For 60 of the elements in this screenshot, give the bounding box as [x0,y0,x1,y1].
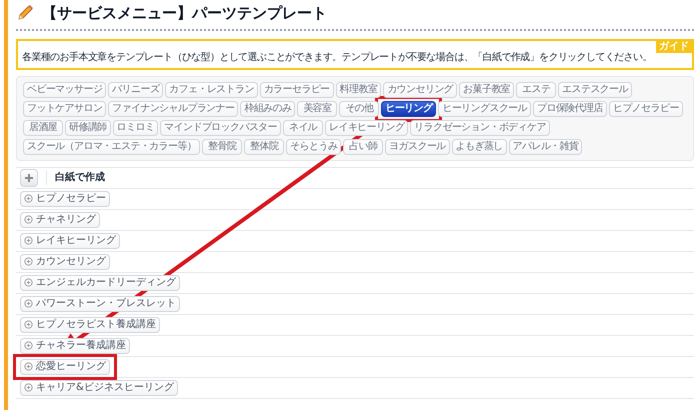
template-button[interactable]: パワーストーン・ブレスレット [20,296,180,312]
category-button[interactable]: 美容室 [297,100,338,116]
category-button[interactable]: 整体院 [244,138,284,154]
category-button[interactable]: そらとうみ [286,138,342,154]
category-button[interactable]: エステ [516,82,556,98]
template-button[interactable]: レイキヒーリング [20,232,120,248]
plus-circle-icon [24,236,33,245]
category-button[interactable]: ヨガスクール [385,138,450,154]
category-button[interactable]: ロミロミ [112,120,158,136]
category-button[interactable]: バリニーズ [108,82,164,98]
page-title: 【サービスメニュー】パーツテンプレート [42,3,327,24]
category-button[interactable]: リラクゼーション・ボディケア [410,120,550,136]
plus-circle-icon [24,278,33,287]
category-button[interactable]: ヒーリングスクール [438,100,532,116]
category-button[interactable]: ベビーマッサージ [23,82,106,98]
category-button[interactable]: 枠組みのみ [240,100,296,116]
category-button[interactable]: プロ保険代理店 [533,100,607,116]
pencil-icon [16,4,34,22]
category-button[interactable]: ヒーリング [381,100,436,116]
category-button[interactable]: レイキヒーリング [325,120,408,136]
guide-text: 各業種のお手本文章をテンプレート（ひな型）として選ぶことができます。テンプレートが不要な場合は、「白紙で作成」をクリックしてください。 [22,52,653,64]
plus-circle-icon [24,299,33,308]
category-button[interactable]: カラーセラピー [260,82,334,98]
plus-circle-icon [24,383,33,392]
plus-icon [24,172,34,182]
category-button[interactable]: その他 [339,100,380,116]
category-button[interactable]: カウンセリング [383,82,458,98]
category-button[interactable]: お菓子教室 [459,82,514,98]
category-button[interactable]: エステスクール [558,82,632,98]
add-button[interactable] [20,168,38,186]
template-button[interactable]: チャネラー養成講座 [20,338,130,354]
template-button[interactable]: 恋愛ヒーリング [20,358,110,374]
plus-circle-icon [24,341,33,350]
category-button[interactable]: ネイル [283,120,324,136]
category-button[interactable]: 居酒屋 [23,120,63,136]
category-button[interactable]: ヒプノセラピー [608,100,683,116]
plus-circle-icon [24,257,33,266]
category-button[interactable]: ファイナンシャルプランナー [108,100,238,116]
category-button[interactable]: スクール（アロマ・エステ・カラー等） [23,138,200,154]
category-button[interactable]: アパレル・雑貨 [508,138,582,154]
guide-badge: ガイド [656,40,692,52]
template-button[interactable]: エンジェルカードリーディング [20,274,180,290]
template-button[interactable]: チャネリング [20,212,100,228]
category-button[interactable]: 整骨院 [202,138,242,154]
category-button[interactable]: 料理教室 [336,82,382,98]
template-button[interactable]: ヒプノセラピスト養成講座 [20,316,160,332]
blank-create-label[interactable]: 白紙で作成 [46,170,105,185]
plus-circle-icon [24,320,33,329]
template-button[interactable]: カウンセリング [20,254,110,270]
plus-circle-icon [24,194,33,203]
template-button[interactable]: ヒプノセラピー [20,190,110,206]
plus-circle-icon [24,215,33,224]
plus-circle-icon [24,362,33,371]
template-button[interactable]: キャリア&ビジネスヒーリング [20,380,178,396]
category-button[interactable]: よもぎ蒸し [452,138,507,154]
category-button[interactable]: 研修講師 [65,120,111,136]
category-button[interactable]: 占い師 [343,138,384,154]
category-button[interactable]: カフェ・レストラン [165,82,258,98]
category-button[interactable]: フットケアサロン [23,100,106,116]
category-button[interactable]: マインドブロックバスター [160,120,282,136]
